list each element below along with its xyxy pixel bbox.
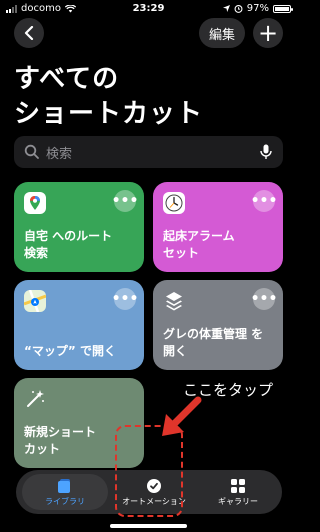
shortcut-tile-weight-tracker[interactable]: ••• グレの体重管理 を 開く xyxy=(153,280,283,370)
page-title-line1: すべての xyxy=(14,64,120,94)
more-options-button[interactable]: ••• xyxy=(112,190,138,212)
gallery-icon xyxy=(231,478,245,493)
clock-icon xyxy=(163,192,185,214)
top-nav: 編集 + xyxy=(0,18,297,48)
location-arrow-icon xyxy=(222,5,230,12)
chevron-left-icon xyxy=(24,26,34,40)
tab-gallery[interactable]: ギャラリー xyxy=(198,474,278,510)
edit-button[interactable]: 編集 xyxy=(198,18,245,48)
search-icon xyxy=(24,144,39,159)
status-right: 97% xyxy=(222,3,293,14)
add-shortcut-button[interactable]: + xyxy=(253,18,283,48)
shortcut-label: 自宅 へのルート 検索 xyxy=(24,228,136,262)
home-indicator[interactable] xyxy=(110,524,187,528)
shortcut-tile-wake-alarm[interactable]: ••• 起床アラーム セット xyxy=(153,182,283,272)
shortcut-label: 起床アラーム セット xyxy=(163,228,275,262)
layers-icon xyxy=(163,290,185,312)
shortcut-label-line1: 起床アラーム xyxy=(163,229,235,243)
shortcut-tile-route-home[interactable]: ••• 自宅 へのルート 検索 xyxy=(14,182,144,272)
microphone-icon[interactable] xyxy=(259,144,273,160)
tab-label: ギャラリー xyxy=(218,496,258,506)
shortcut-tile-open-in-maps[interactable]: ••• “マップ” で開く xyxy=(14,280,144,370)
shortcut-label: “マップ” で開く xyxy=(24,343,136,360)
shortcut-label-line2: 開く xyxy=(163,344,188,358)
status-bar: docomo 23:29 97% xyxy=(0,0,297,18)
search-field[interactable]: 検索 xyxy=(14,136,283,168)
sparkle-wand-icon xyxy=(24,388,46,410)
maps-icon xyxy=(23,289,47,313)
battery-icon xyxy=(273,4,293,13)
more-options-button[interactable]: ••• xyxy=(112,288,138,310)
shortcut-label-line1: グレの体重管理 を xyxy=(163,327,264,341)
alarm-icon xyxy=(234,4,243,13)
annotation-highlight-box xyxy=(115,425,183,517)
shortcut-label-line1: “マップ” で開く xyxy=(24,344,116,358)
shortcut-label-line2: セット xyxy=(163,246,200,260)
shortcut-label: グレの体重管理 を 開く xyxy=(163,326,275,360)
page-title: すべての ショートカット xyxy=(14,62,284,132)
more-options-button[interactable]: ••• xyxy=(251,288,277,310)
search-placeholder: 検索 xyxy=(46,146,73,162)
map-pin-icon xyxy=(24,192,46,214)
battery-percent: 97% xyxy=(246,3,269,14)
library-icon xyxy=(58,478,70,493)
tab-library[interactable]: ライブラリ xyxy=(22,474,108,510)
shortcut-label-line2: 検索 xyxy=(24,246,49,260)
page-title-line2: ショートカット xyxy=(14,99,204,129)
more-options-button[interactable]: ••• xyxy=(251,190,277,212)
tab-label: ライブラリ xyxy=(45,496,85,506)
back-button[interactable] xyxy=(14,18,44,48)
shortcut-label-line1: 自宅 へのルート xyxy=(24,229,113,243)
